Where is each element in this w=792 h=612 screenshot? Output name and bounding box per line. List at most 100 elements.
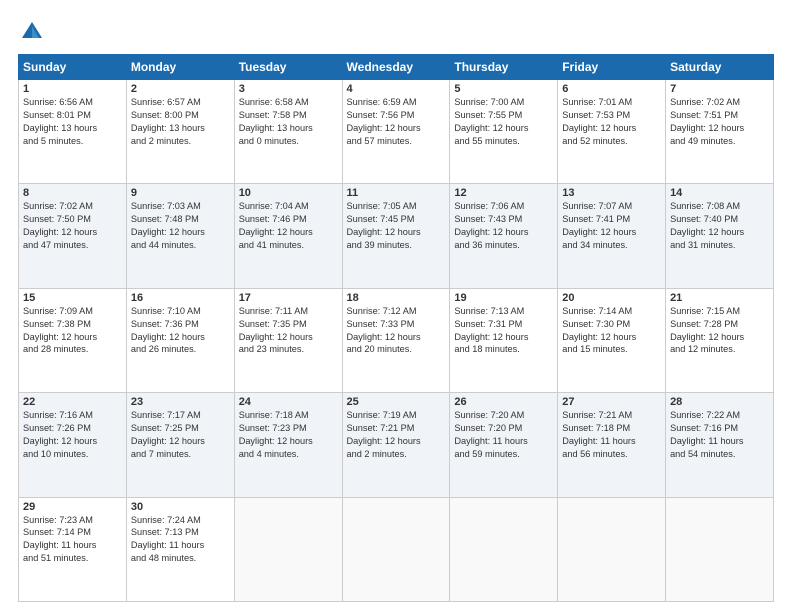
day-cell: 29Sunrise: 7:23 AMSunset: 7:14 PMDayligh… [19, 497, 127, 601]
day-info: Sunrise: 7:18 AMSunset: 7:23 PMDaylight:… [239, 409, 338, 461]
day-number: 22 [23, 396, 122, 408]
day-cell: 15Sunrise: 7:09 AMSunset: 7:38 PMDayligh… [19, 288, 127, 392]
calendar-page: SundayMondayTuesdayWednesdayThursdayFrid… [0, 0, 792, 612]
day-number: 10 [239, 187, 338, 199]
day-number: 18 [347, 292, 446, 304]
day-info: Sunrise: 7:22 AMSunset: 7:16 PMDaylight:… [670, 409, 769, 461]
day-number: 8 [23, 187, 122, 199]
day-number: 3 [239, 83, 338, 95]
day-number: 2 [131, 83, 230, 95]
day-cell: 10Sunrise: 7:04 AMSunset: 7:46 PMDayligh… [234, 184, 342, 288]
day-cell: 24Sunrise: 7:18 AMSunset: 7:23 PMDayligh… [234, 393, 342, 497]
day-info: Sunrise: 7:11 AMSunset: 7:35 PMDaylight:… [239, 305, 338, 357]
day-cell [450, 497, 558, 601]
day-info: Sunrise: 7:17 AMSunset: 7:25 PMDaylight:… [131, 409, 230, 461]
day-cell: 20Sunrise: 7:14 AMSunset: 7:30 PMDayligh… [558, 288, 666, 392]
day-cell: 1Sunrise: 6:56 AMSunset: 8:01 PMDaylight… [19, 80, 127, 184]
logo-icon [18, 18, 46, 46]
day-info: Sunrise: 6:56 AMSunset: 8:01 PMDaylight:… [23, 96, 122, 148]
day-cell: 12Sunrise: 7:06 AMSunset: 7:43 PMDayligh… [450, 184, 558, 288]
day-number: 15 [23, 292, 122, 304]
day-number: 17 [239, 292, 338, 304]
logo [18, 18, 50, 46]
day-number: 5 [454, 83, 553, 95]
weekday-header-sunday: Sunday [19, 55, 127, 80]
day-cell: 4Sunrise: 6:59 AMSunset: 7:56 PMDaylight… [342, 80, 450, 184]
day-cell: 13Sunrise: 7:07 AMSunset: 7:41 PMDayligh… [558, 184, 666, 288]
day-cell: 23Sunrise: 7:17 AMSunset: 7:25 PMDayligh… [126, 393, 234, 497]
week-row-2: 8Sunrise: 7:02 AMSunset: 7:50 PMDaylight… [19, 184, 774, 288]
day-number: 13 [562, 187, 661, 199]
day-number: 19 [454, 292, 553, 304]
day-info: Sunrise: 7:24 AMSunset: 7:13 PMDaylight:… [131, 514, 230, 566]
day-number: 29 [23, 501, 122, 513]
day-number: 4 [347, 83, 446, 95]
day-number: 14 [670, 187, 769, 199]
day-number: 21 [670, 292, 769, 304]
day-info: Sunrise: 7:14 AMSunset: 7:30 PMDaylight:… [562, 305, 661, 357]
day-info: Sunrise: 6:59 AMSunset: 7:56 PMDaylight:… [347, 96, 446, 148]
day-number: 23 [131, 396, 230, 408]
day-cell: 26Sunrise: 7:20 AMSunset: 7:20 PMDayligh… [450, 393, 558, 497]
day-info: Sunrise: 7:08 AMSunset: 7:40 PMDaylight:… [670, 200, 769, 252]
day-info: Sunrise: 7:00 AMSunset: 7:55 PMDaylight:… [454, 96, 553, 148]
day-cell: 8Sunrise: 7:02 AMSunset: 7:50 PMDaylight… [19, 184, 127, 288]
day-number: 9 [131, 187, 230, 199]
day-info: Sunrise: 7:13 AMSunset: 7:31 PMDaylight:… [454, 305, 553, 357]
day-info: Sunrise: 6:57 AMSunset: 8:00 PMDaylight:… [131, 96, 230, 148]
weekday-header-friday: Friday [558, 55, 666, 80]
day-cell: 22Sunrise: 7:16 AMSunset: 7:26 PMDayligh… [19, 393, 127, 497]
day-info: Sunrise: 7:16 AMSunset: 7:26 PMDaylight:… [23, 409, 122, 461]
day-info: Sunrise: 7:04 AMSunset: 7:46 PMDaylight:… [239, 200, 338, 252]
day-cell [558, 497, 666, 601]
weekday-header-saturday: Saturday [666, 55, 774, 80]
day-cell: 7Sunrise: 7:02 AMSunset: 7:51 PMDaylight… [666, 80, 774, 184]
day-info: Sunrise: 7:10 AMSunset: 7:36 PMDaylight:… [131, 305, 230, 357]
day-info: Sunrise: 7:01 AMSunset: 7:53 PMDaylight:… [562, 96, 661, 148]
day-cell: 16Sunrise: 7:10 AMSunset: 7:36 PMDayligh… [126, 288, 234, 392]
day-info: Sunrise: 6:58 AMSunset: 7:58 PMDaylight:… [239, 96, 338, 148]
day-cell: 18Sunrise: 7:12 AMSunset: 7:33 PMDayligh… [342, 288, 450, 392]
day-info: Sunrise: 7:19 AMSunset: 7:21 PMDaylight:… [347, 409, 446, 461]
header [18, 18, 774, 46]
calendar-table: SundayMondayTuesdayWednesdayThursdayFrid… [18, 54, 774, 602]
day-cell: 17Sunrise: 7:11 AMSunset: 7:35 PMDayligh… [234, 288, 342, 392]
day-info: Sunrise: 7:20 AMSunset: 7:20 PMDaylight:… [454, 409, 553, 461]
weekday-header-tuesday: Tuesday [234, 55, 342, 80]
weekday-header-monday: Monday [126, 55, 234, 80]
weekday-header-wednesday: Wednesday [342, 55, 450, 80]
week-row-1: 1Sunrise: 6:56 AMSunset: 8:01 PMDaylight… [19, 80, 774, 184]
week-row-3: 15Sunrise: 7:09 AMSunset: 7:38 PMDayligh… [19, 288, 774, 392]
day-cell: 2Sunrise: 6:57 AMSunset: 8:00 PMDaylight… [126, 80, 234, 184]
day-number: 24 [239, 396, 338, 408]
day-number: 7 [670, 83, 769, 95]
day-cell [234, 497, 342, 601]
day-cell [342, 497, 450, 601]
day-cell: 14Sunrise: 7:08 AMSunset: 7:40 PMDayligh… [666, 184, 774, 288]
day-cell: 30Sunrise: 7:24 AMSunset: 7:13 PMDayligh… [126, 497, 234, 601]
day-cell: 27Sunrise: 7:21 AMSunset: 7:18 PMDayligh… [558, 393, 666, 497]
day-cell: 3Sunrise: 6:58 AMSunset: 7:58 PMDaylight… [234, 80, 342, 184]
day-cell: 28Sunrise: 7:22 AMSunset: 7:16 PMDayligh… [666, 393, 774, 497]
day-info: Sunrise: 7:07 AMSunset: 7:41 PMDaylight:… [562, 200, 661, 252]
day-number: 11 [347, 187, 446, 199]
day-cell [666, 497, 774, 601]
day-info: Sunrise: 7:15 AMSunset: 7:28 PMDaylight:… [670, 305, 769, 357]
day-info: Sunrise: 7:06 AMSunset: 7:43 PMDaylight:… [454, 200, 553, 252]
day-info: Sunrise: 7:05 AMSunset: 7:45 PMDaylight:… [347, 200, 446, 252]
week-row-4: 22Sunrise: 7:16 AMSunset: 7:26 PMDayligh… [19, 393, 774, 497]
day-number: 1 [23, 83, 122, 95]
day-info: Sunrise: 7:02 AMSunset: 7:51 PMDaylight:… [670, 96, 769, 148]
weekday-header-thursday: Thursday [450, 55, 558, 80]
day-number: 20 [562, 292, 661, 304]
day-number: 27 [562, 396, 661, 408]
day-cell: 11Sunrise: 7:05 AMSunset: 7:45 PMDayligh… [342, 184, 450, 288]
day-number: 30 [131, 501, 230, 513]
day-number: 28 [670, 396, 769, 408]
day-info: Sunrise: 7:09 AMSunset: 7:38 PMDaylight:… [23, 305, 122, 357]
day-cell: 25Sunrise: 7:19 AMSunset: 7:21 PMDayligh… [342, 393, 450, 497]
day-number: 16 [131, 292, 230, 304]
day-cell: 5Sunrise: 7:00 AMSunset: 7:55 PMDaylight… [450, 80, 558, 184]
weekday-header-row: SundayMondayTuesdayWednesdayThursdayFrid… [19, 55, 774, 80]
day-cell: 21Sunrise: 7:15 AMSunset: 7:28 PMDayligh… [666, 288, 774, 392]
